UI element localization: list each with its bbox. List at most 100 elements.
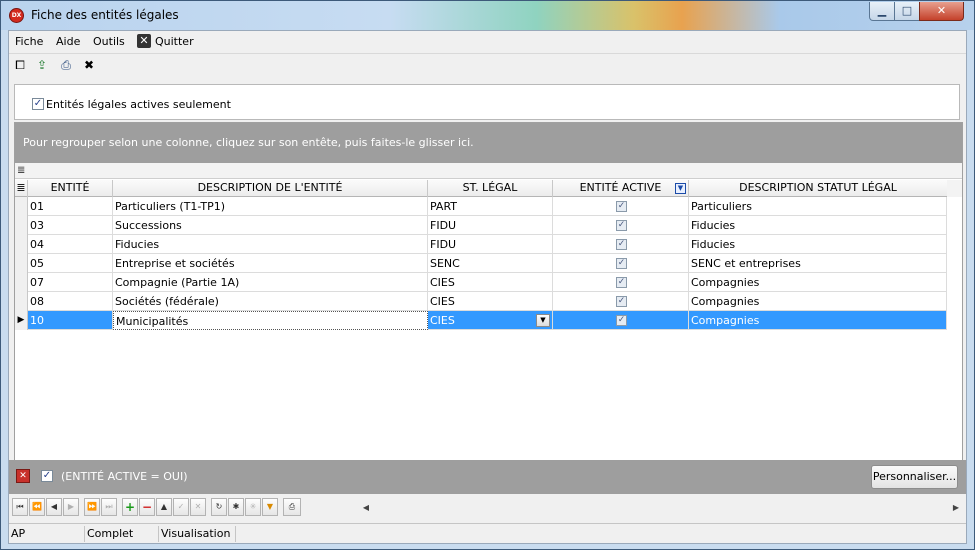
cell-entite[interactable]: 07 <box>28 273 113 292</box>
close-icon[interactable]: ✖ <box>81 57 97 73</box>
active-checkbox[interactable]: ✓ <box>616 314 627 326</box>
menu-outils[interactable]: Outils <box>93 35 125 48</box>
cell-description[interactable]: Entreprise et sociétés <box>113 254 428 273</box>
band-chooser-icon[interactable]: ≣ <box>17 165 25 176</box>
cell-st-legal[interactable]: CIES <box>428 292 553 311</box>
cell-desc-statut[interactable]: Fiducies <box>689 216 947 235</box>
active-checkbox[interactable]: ✓ <box>616 238 627 250</box>
insert-button[interactable]: + <box>122 498 138 516</box>
cell-entite[interactable]: 01 <box>28 197 113 216</box>
cell-description[interactable]: Municipalités <box>113 311 428 330</box>
table-row[interactable]: 03 Successions FIDU ✓ Fiducies <box>15 216 947 235</box>
col-header-entite[interactable]: ENTITÉ <box>28 180 113 197</box>
cell-active[interactable]: ✓ <box>553 216 689 235</box>
cell-active[interactable]: ✓ <box>553 311 689 330</box>
group-by-panel[interactable]: Pour regrouper selon une colonne, clique… <box>15 123 962 163</box>
cell-st-legal[interactable]: PART <box>428 197 553 216</box>
menu-fiche[interactable]: Fiche <box>15 35 43 48</box>
active-checkbox[interactable]: ✓ <box>616 276 627 288</box>
delete-button[interactable]: − <box>139 498 155 516</box>
cell-entite[interactable]: 05 <box>28 254 113 273</box>
cell-description[interactable]: Compagnie (Partie 1A) <box>113 273 428 292</box>
fit-window-icon[interactable]: ⧠ <box>12 57 28 73</box>
export-icon[interactable]: ⇪ <box>34 57 50 73</box>
cell-entite[interactable]: 10 <box>28 311 113 330</box>
minimize-button[interactable]: ▁ <box>869 2 895 21</box>
row-indicator[interactable] <box>15 273 28 292</box>
row-indicator[interactable] <box>15 254 28 273</box>
customize-button[interactable]: Personnaliser... <box>871 465 958 489</box>
table-row[interactable]: 04 Fiducies FIDU ✓ Fiducies <box>15 235 947 254</box>
table-row[interactable]: 07 Compagnie (Partie 1A) CIES ✓ Compagnies <box>15 273 947 292</box>
menu-aide[interactable]: Aide <box>56 35 80 48</box>
cell-description[interactable]: Sociétés (fédérale) <box>113 292 428 311</box>
cell-st-legal[interactable]: SENC <box>428 254 553 273</box>
last-page-button[interactable]: ⏭ <box>101 498 117 516</box>
col-header-entite-active[interactable]: ENTITÉ ACTIVE ▼ <box>553 180 689 197</box>
cell-active[interactable]: ✓ <box>553 254 689 273</box>
clear-filter-button[interactable]: ✕ <box>16 469 30 483</box>
col-header-desc-statut[interactable]: DESCRIPTION STATUT LÉGAL <box>689 180 947 197</box>
first-page-button[interactable]: ⏮ <box>12 498 28 516</box>
cell-description[interactable]: Successions <box>113 216 428 235</box>
title-bar[interactable]: DX Fiche des entités légales ▁ □ ✕ <box>1 1 974 30</box>
prev-record-button[interactable]: ◀ <box>46 498 62 516</box>
column-chooser-icon[interactable]: ≣ <box>15 180 28 197</box>
cancel-button[interactable]: ✕ <box>190 498 206 516</box>
table-row[interactable]: ▶ 10 Municipalités CIES ▼ ✓ Compagnies <box>15 311 947 330</box>
cell-active[interactable]: ✓ <box>553 273 689 292</box>
column-filter-icon[interactable]: ▼ <box>675 183 686 194</box>
cell-entite[interactable]: 04 <box>28 235 113 254</box>
cell-st-legal[interactable]: CIES ▼ <box>428 311 553 330</box>
col-header-st-legal[interactable]: ST. LÉGAL <box>428 180 553 197</box>
cell-st-legal[interactable]: FIDU <box>428 216 553 235</box>
cell-desc-statut[interactable]: Fiducies <box>689 235 947 254</box>
print-grid-button[interactable]: ⎙ <box>283 498 301 516</box>
menu-quitter[interactable]: Quitter <box>155 35 194 48</box>
prev-page-button[interactable]: ⏪ <box>29 498 45 516</box>
active-checkbox[interactable]: ✓ <box>616 257 627 269</box>
bookmark-button[interactable]: ✱ <box>228 498 244 516</box>
cell-st-legal[interactable]: CIES <box>428 273 553 292</box>
close-window-button[interactable]: ✕ <box>919 2 964 21</box>
cell-desc-statut[interactable]: Particuliers <box>689 197 947 216</box>
table-row[interactable]: 08 Sociétés (fédérale) CIES ✓ Compagnies <box>15 292 947 311</box>
goto-bookmark-button[interactable]: ✳ <box>245 498 261 516</box>
cell-entite[interactable]: 03 <box>28 216 113 235</box>
cell-entite[interactable]: 08 <box>28 292 113 311</box>
cell-active[interactable]: ✓ <box>553 235 689 254</box>
scroll-right-icon[interactable]: ▶ <box>949 499 963 516</box>
refresh-button[interactable]: ↻ <box>211 498 227 516</box>
maximize-button[interactable]: □ <box>894 2 920 21</box>
close-icon[interactable]: ✕ <box>137 34 151 48</box>
cell-active[interactable]: ✓ <box>553 292 689 311</box>
post-button[interactable]: ✓ <box>173 498 189 516</box>
active-checkbox[interactable]: ✓ <box>616 295 627 307</box>
horizontal-scrollbar[interactable]: ◀ ▶ <box>359 499 964 516</box>
row-indicator[interactable] <box>15 235 28 254</box>
filter-enabled-checkbox[interactable]: ✓ <box>41 470 53 482</box>
cell-st-legal[interactable]: FIDU <box>428 235 553 254</box>
cell-desc-statut[interactable]: SENC et entreprises <box>689 254 947 273</box>
cell-desc-statut[interactable]: Compagnies <box>689 273 947 292</box>
table-row[interactable]: 01 Particuliers (T1-TP1) PART ✓ Particuliers <box>15 197 947 216</box>
active-checkbox[interactable]: ✓ <box>616 200 627 212</box>
row-indicator[interactable] <box>15 216 28 235</box>
cell-description[interactable]: Particuliers (T1-TP1) <box>113 197 428 216</box>
cell-desc-statut[interactable]: Compagnies <box>689 292 947 311</box>
edit-button[interactable]: ▲ <box>156 498 172 516</box>
combo-dropdown-button[interactable]: ▼ <box>536 314 550 327</box>
filter-button[interactable]: ▼ <box>262 498 278 516</box>
row-indicator[interactable] <box>15 197 28 216</box>
print-icon[interactable]: ⎙ <box>58 57 74 73</box>
active-only-checkbox[interactable]: ✓ <box>32 98 44 110</box>
active-only-label[interactable]: Entités légales actives seulement <box>46 98 231 111</box>
col-header-description[interactable]: DESCRIPTION DE L'ENTITÉ <box>113 180 428 197</box>
cell-active[interactable]: ✓ <box>553 197 689 216</box>
cell-description[interactable]: Fiducies <box>113 235 428 254</box>
cell-desc-statut[interactable]: Compagnies <box>689 311 947 330</box>
active-checkbox[interactable]: ✓ <box>616 219 627 231</box>
next-record-button[interactable]: ▶ <box>63 498 79 516</box>
row-indicator[interactable]: ▶ <box>15 311 28 330</box>
table-row[interactable]: 05 Entreprise et sociétés SENC ✓ SENC et ent… <box>15 254 947 273</box>
